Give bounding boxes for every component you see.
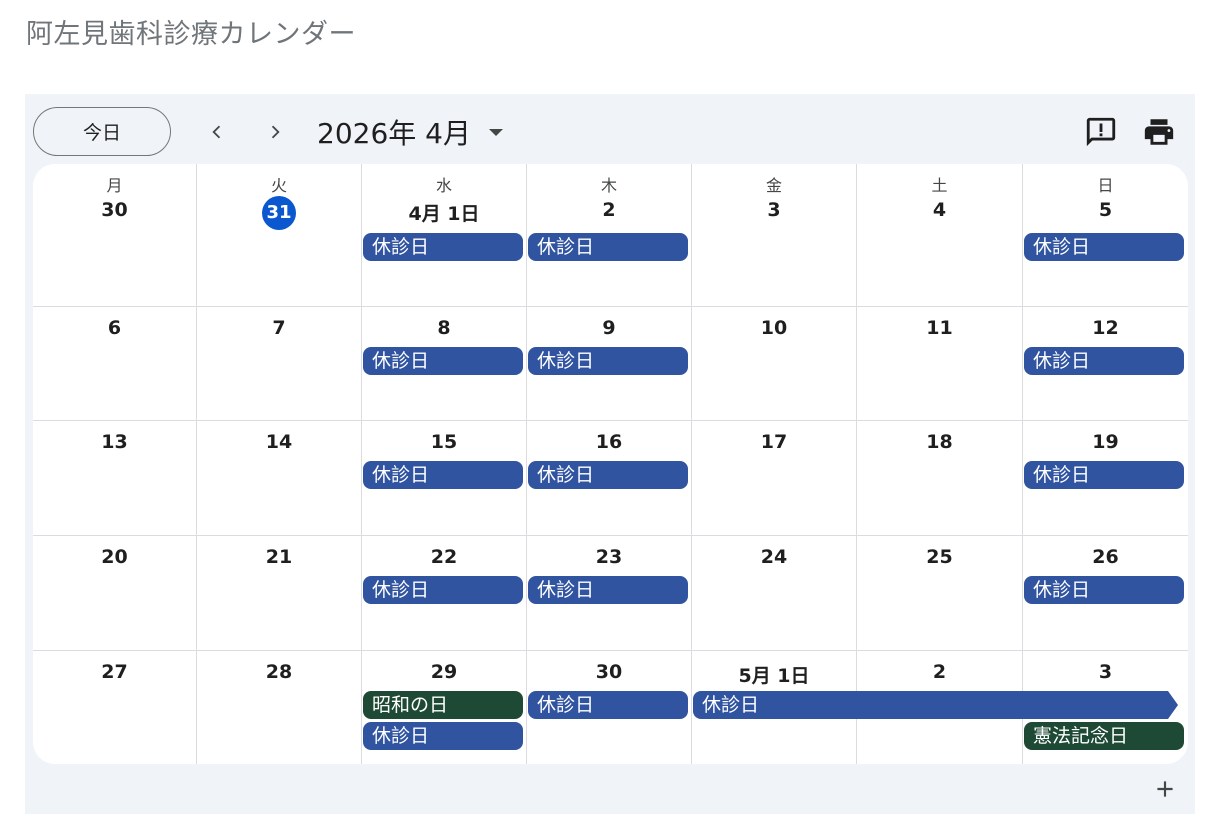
day-cell[interactable]: 月 30 [33,164,197,307]
closed-day-event-chip[interactable]: 休診日 [1024,347,1184,375]
day-number[interactable]: 3 [692,199,856,221]
day-cell[interactable]: 20 [33,536,197,651]
day-number[interactable]: 28 [197,661,361,683]
holiday-event-chip[interactable]: 昭和の日 [363,691,523,719]
day-number[interactable]: 16 [527,431,691,453]
day-number[interactable]: 25 [857,546,1022,568]
day-number[interactable]: 26 [1023,546,1188,568]
month-label: 2026年 4月 [317,117,471,150]
day-cell[interactable]: 27 [33,651,197,764]
day-cell[interactable]: 7 [197,307,362,421]
chevron-left-icon [212,125,221,139]
day-number[interactable]: 19 [1023,431,1188,453]
closed-day-event-chip[interactable]: 休診日 [363,233,523,261]
closed-day-event-chip[interactable]: 休診日 [1024,461,1184,489]
chevron-right-icon [271,125,280,139]
page-title: 阿左見歯科診療カレンダー [26,19,356,50]
day-number[interactable]: 27 [33,661,196,683]
day-cell[interactable]: 13 [33,421,197,536]
calendar-toolbar: 今日 2026年 4月 [25,94,1195,164]
day-cell[interactable]: 火 31 [197,164,362,307]
closed-day-event-chip[interactable]: 休診日 [363,722,523,750]
print-icon [1144,119,1174,145]
closed-day-event-chip[interactable]: 休診日 [528,576,688,604]
day-number[interactable]: 11 [857,317,1022,339]
day-cells: 月 30 火 31 水 4月 1日木 2 金 3 土 4 日 5 6 7 8 9 10 11 12 13 14 15 16 17… [33,164,1188,764]
closed-day-event-chip[interactable]: 休診日 [528,347,688,375]
weekday-label: 金 [765,176,782,195]
closed-day-event-chip[interactable]: 休診日 [1024,576,1184,604]
day-cell[interactable]: 17 [692,421,857,536]
weekday-label: 土 [931,176,948,195]
day-cell[interactable]: 24 [692,536,857,651]
weekday-label: 日 [1097,176,1114,195]
day-number[interactable]: 2 [527,199,691,221]
day-cell[interactable]: 11 [857,307,1023,421]
day-cell[interactable]: 18 [857,421,1023,536]
closed-day-event-chip[interactable]: 休診日 [693,691,1178,719]
day-number[interactable]: 8 [362,317,526,339]
closed-day-event-chip[interactable]: 休診日 [363,461,523,489]
today-marker: 31 [262,196,296,230]
day-number[interactable]: 4 [857,199,1022,221]
dropdown-caret-icon [488,128,503,136]
day-number[interactable]: 12 [1023,317,1188,339]
day-number[interactable]: 5 [1023,199,1188,221]
feedback-icon [1086,117,1116,147]
weekday-label: 火 [270,176,287,195]
day-cell[interactable]: 25 [857,536,1023,651]
day-number[interactable]: 14 [197,431,361,453]
day-number[interactable]: 4月 1日 [362,199,526,226]
weekday-label: 木 [600,176,617,195]
add-calendar-button[interactable] [1145,769,1185,809]
today-button[interactable]: 今日 [33,107,171,156]
day-number[interactable]: 6 [33,317,196,339]
day-cell[interactable]: 28 [197,651,362,764]
day-cell[interactable]: 21 [197,536,362,651]
closed-day-event-chip[interactable]: 休診日 [528,461,688,489]
month-selector[interactable]: 2026年 4月 [317,112,503,152]
plus-icon [1157,781,1173,797]
month-grid: 月 30 火 31 水 4月 1日木 2 金 3 土 4 日 5 6 7 8 9 10 11 12 13 14 15 16 17… [33,164,1188,764]
day-number[interactable]: 30 [527,661,691,683]
feedback-button[interactable] [1081,112,1121,152]
day-cell[interactable]: 金3 [692,164,857,307]
next-month-button[interactable] [255,112,295,152]
day-number[interactable]: 5月 1日 [692,661,856,688]
previous-month-button[interactable] [197,112,237,152]
day-number[interactable]: 18 [857,431,1022,453]
print-button[interactable] [1139,112,1179,152]
day-number[interactable]: 3 [1023,661,1188,683]
day-number[interactable]: 9 [527,317,691,339]
day-number[interactable]: 21 [197,546,361,568]
day-cell[interactable]: 土4 [857,164,1023,307]
day-number[interactable]: 24 [692,546,856,568]
day-number[interactable]: 23 [527,546,691,568]
day-cell[interactable]: 10 [692,307,857,421]
weekday-label: 月 [106,176,123,195]
day-cell[interactable]: 14 [197,421,362,536]
closed-day-event-chip[interactable]: 休診日 [528,691,688,719]
calendar-frame: 今日 2026年 4月 月 30 火 31 水 4月 1日木 2 金 3 土 4 日 5 6 7 8 9 10 11… [25,94,1195,814]
day-number[interactable]: 30 [33,199,196,221]
closed-day-event-chip[interactable]: 休診日 [363,347,523,375]
holiday-event-chip[interactable]: 憲法記念日 [1024,722,1184,750]
day-cell[interactable]: 6 [33,307,197,421]
day-number[interactable]: 10 [692,317,856,339]
weekday-label: 水 [435,176,452,195]
day-number[interactable]: 15 [362,431,526,453]
closed-day-event-chip[interactable]: 休診日 [363,576,523,604]
day-number[interactable]: 13 [33,431,196,453]
day-number[interactable]: 2 [857,661,1022,683]
today-day-number[interactable]: 31 [197,196,361,230]
day-number[interactable]: 17 [692,431,856,453]
closed-day-event-chip[interactable]: 休診日 [1024,233,1184,261]
closed-day-event-chip[interactable]: 休診日 [528,233,688,261]
day-number[interactable]: 20 [33,546,196,568]
day-number[interactable]: 22 [362,546,526,568]
day-number[interactable]: 7 [197,317,361,339]
day-number[interactable]: 29 [362,661,526,683]
